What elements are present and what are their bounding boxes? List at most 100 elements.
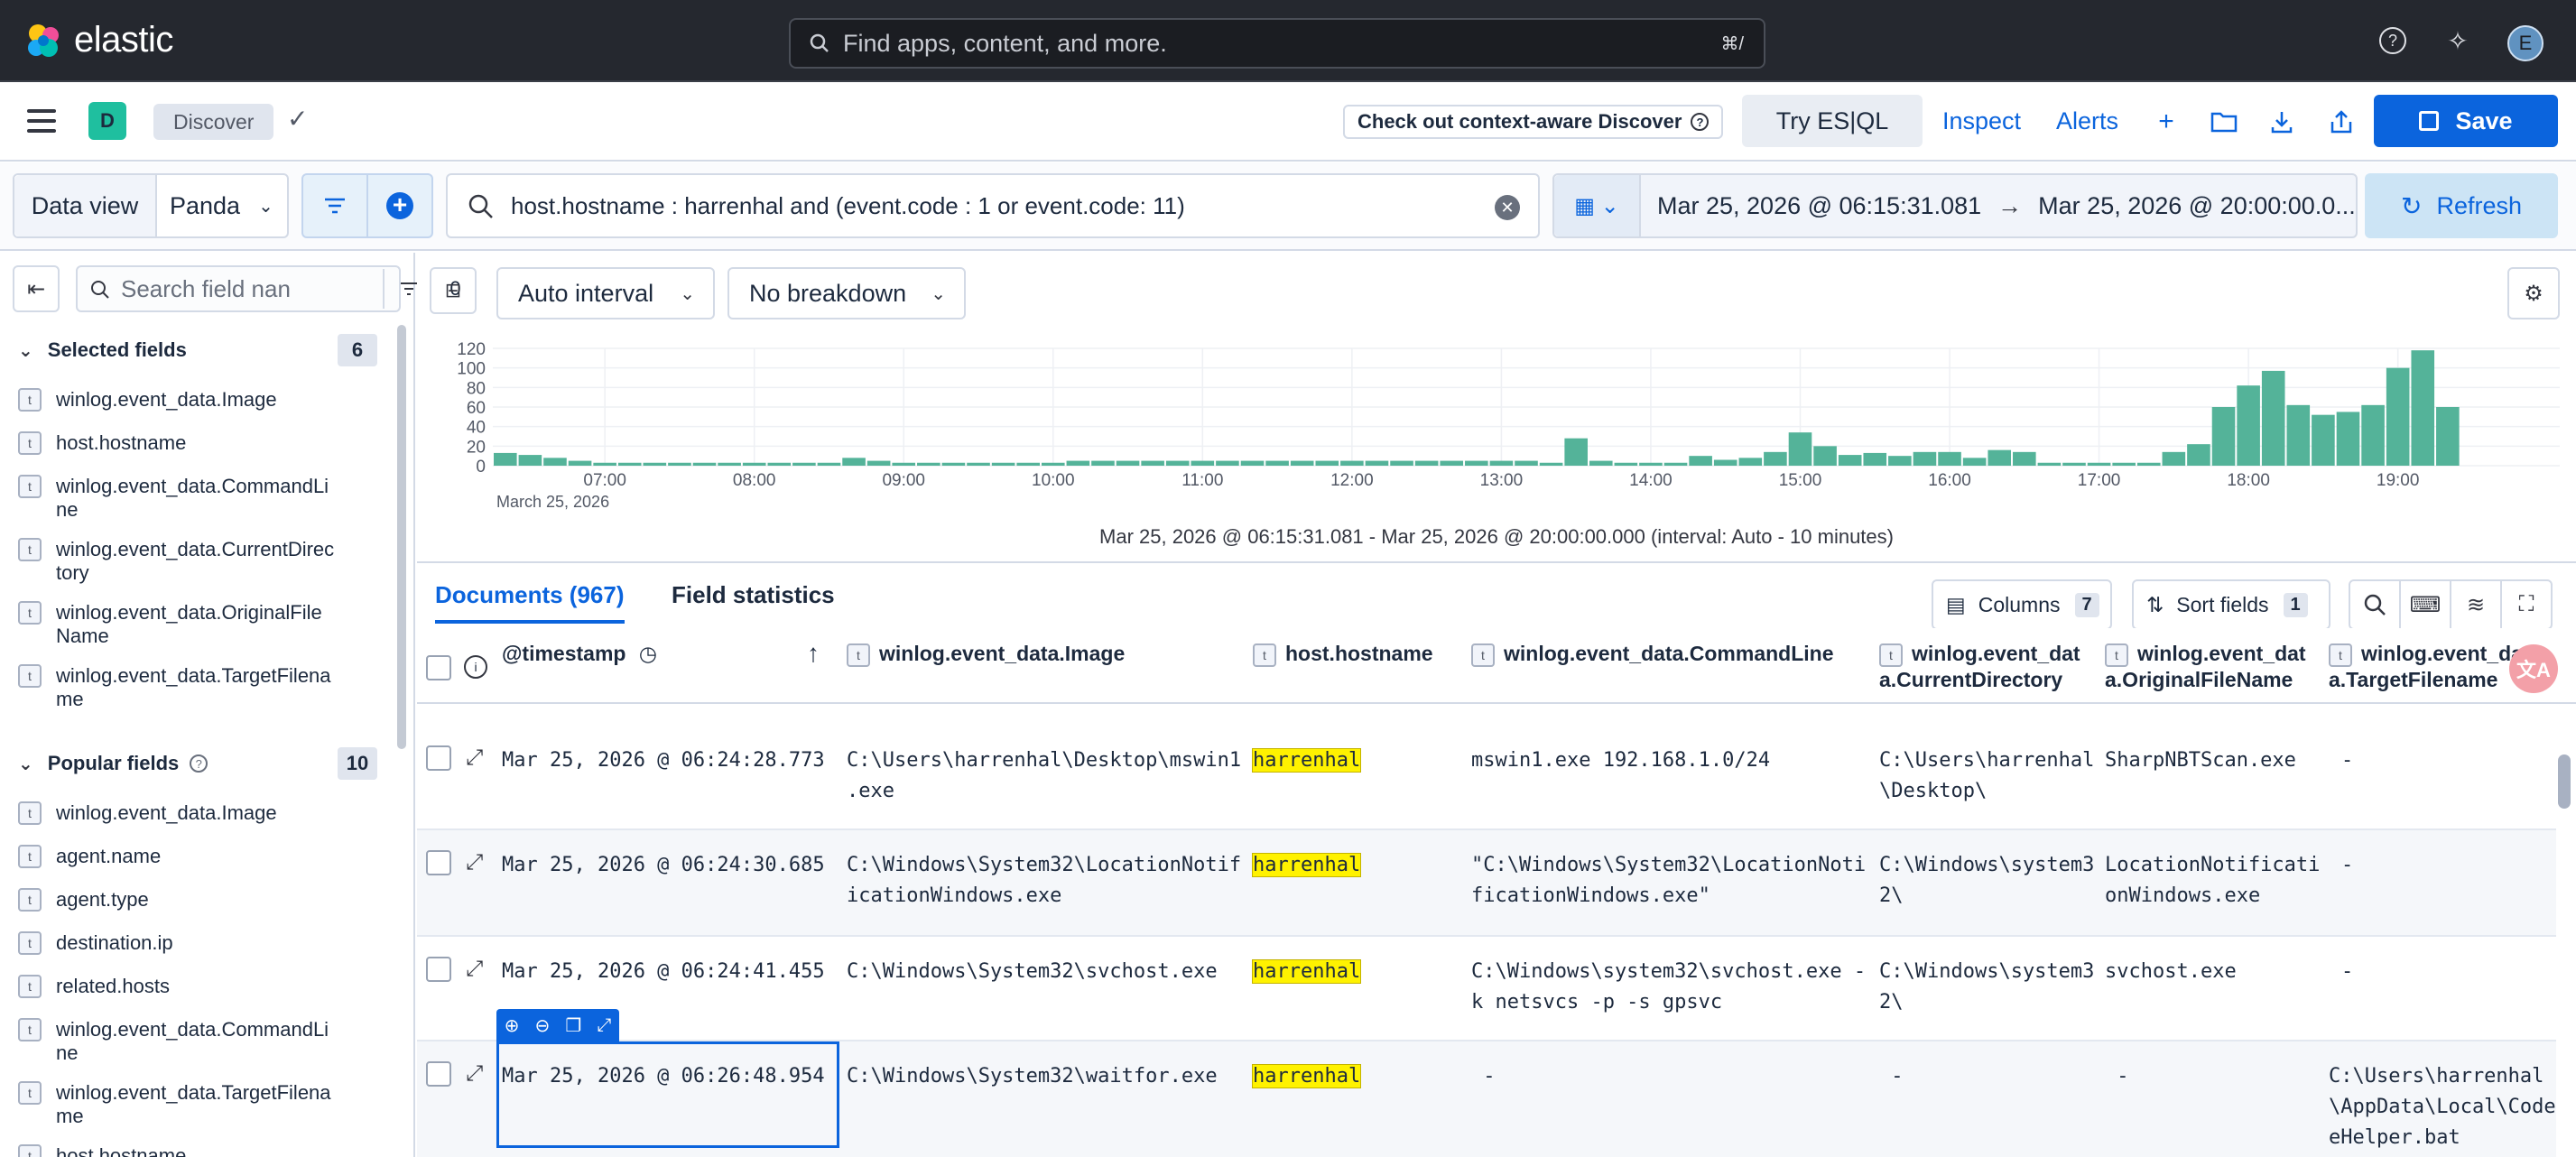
date-end[interactable]: Mar 25, 2026 @ 20:00:00.0...: [2038, 192, 2356, 220]
column-header-cmdline[interactable]: t winlog.event_data.CommandLine: [1471, 641, 1834, 667]
inspect-link[interactable]: Inspect: [1942, 107, 2021, 135]
histogram-bar[interactable]: [1813, 446, 1837, 466]
histogram-bar[interactable]: [2013, 451, 2036, 466]
cell-image[interactable]: C:\Windows\System32\svchost.exe: [847, 957, 1218, 987]
filter-menu-button[interactable]: [301, 173, 368, 238]
user-avatar[interactable]: E: [2507, 25, 2544, 61]
histogram-bar[interactable]: [1365, 460, 1389, 466]
histogram-bar[interactable]: [2162, 451, 2186, 466]
calendar-icon[interactable]: ▦ ⌄: [1554, 175, 1641, 236]
grid-search-icon[interactable]: [2349, 579, 2401, 630]
histogram-bar[interactable]: [1639, 462, 1663, 466]
histogram-bar[interactable]: [568, 460, 592, 466]
expand-icon[interactable]: ⤢: [466, 1061, 483, 1087]
histogram-bar[interactable]: [1191, 460, 1215, 466]
histogram-bar[interactable]: [1390, 460, 1413, 466]
histogram-bar[interactable]: [991, 462, 1015, 466]
help-icon[interactable]: ?: [2379, 27, 2406, 54]
histogram-bar[interactable]: [1838, 455, 1862, 466]
histogram-bar[interactable]: [2037, 462, 2062, 466]
histogram-bar[interactable]: [767, 462, 792, 466]
popular-field-item[interactable]: t host.hostname: [18, 1144, 379, 1157]
column-header-target[interactable]: t winlog.event_data.TargetFilename: [2329, 641, 2536, 692]
histogram-bar[interactable]: [1515, 460, 1538, 466]
add-filter-button[interactable]: +: [366, 173, 433, 238]
histogram-bar[interactable]: [2361, 404, 2385, 466]
space-avatar[interactable]: D: [88, 102, 126, 140]
cell-curdir[interactable]: C:\Windows\system3 2\: [1879, 957, 2094, 1018]
date-picker[interactable]: ▦ ⌄ Mar 25, 2026 @ 06:15:31.081 → Mar 25…: [1552, 173, 2358, 238]
cell-curdir[interactable]: -: [1879, 1061, 1903, 1092]
histogram-bar[interactable]: [518, 455, 542, 466]
breadcrumb-discover[interactable]: Discover: [153, 104, 274, 140]
histogram-bar[interactable]: [543, 458, 567, 466]
popular-field-item[interactable]: t winlog.event_data.TargetFilename: [18, 1081, 379, 1128]
histogram-bar[interactable]: [1663, 462, 1688, 466]
row-checkbox[interactable]: [426, 745, 451, 771]
query-input[interactable]: host.hostname : harrenhal and (event.cod…: [446, 173, 1540, 238]
breakdown-dropdown[interactable]: No breakdown ⌄: [727, 267, 966, 319]
selected-field-item[interactable]: t winlog.event_data.CurrentDirectory: [18, 538, 379, 585]
histogram-bar[interactable]: [1091, 460, 1115, 466]
histogram-bar[interactable]: [1016, 462, 1040, 466]
histogram-bar[interactable]: [792, 462, 816, 466]
histogram-bar[interactable]: [2411, 350, 2435, 466]
cell-timestamp[interactable]: Mar 25, 2026 @ 06:26:48.954: [502, 1061, 825, 1092]
popular-field-item[interactable]: t agent.name: [18, 845, 379, 868]
histogram-toggle-icon[interactable]: ⊟: [430, 267, 477, 314]
histogram-bar[interactable]: [1290, 460, 1314, 466]
chart-options-icon[interactable]: ⚙: [2507, 267, 2560, 319]
histogram-bar[interactable]: [1988, 449, 2012, 466]
cell-image[interactable]: C:\Windows\System32\LocationNotif icatio…: [847, 850, 1241, 912]
histogram-bar[interactable]: [1614, 462, 1638, 466]
info-icon[interactable]: i: [464, 655, 487, 679]
histogram-bar[interactable]: [1738, 458, 1763, 466]
open-folder-icon[interactable]: [2210, 107, 2238, 136]
histogram-bar[interactable]: [692, 462, 717, 466]
fullscreen-icon[interactable]: ⛶: [2500, 579, 2553, 630]
cell-origname[interactable]: -: [2105, 1061, 2128, 1092]
histogram-bar[interactable]: [1913, 451, 1937, 466]
sort-fields-button[interactable]: ⇅ Sort fields 1: [2132, 579, 2330, 630]
select-all-checkbox[interactable]: [426, 655, 451, 680]
histogram-bar[interactable]: [617, 462, 642, 466]
histogram-bar[interactable]: [1041, 462, 1065, 466]
histogram-bar[interactable]: [1539, 462, 1563, 466]
translate-overlay-icon[interactable]: 文A: [2509, 644, 2558, 693]
histogram-bar[interactable]: [1066, 460, 1090, 466]
cell-curdir[interactable]: C:\Windows\system3 2\: [1879, 850, 2094, 912]
histogram-bar[interactable]: [1713, 459, 1737, 467]
selected-field-item[interactable]: t winlog.event_data.CommandLine: [18, 475, 379, 522]
cell-cmdline[interactable]: mswin1.exe 192.168.1.0/24: [1471, 745, 1770, 776]
column-header-timestamp[interactable]: @timestamp ◷: [502, 641, 657, 666]
histogram-bar[interactable]: [1216, 460, 1239, 466]
copy-icon[interactable]: ❐: [565, 1014, 581, 1037]
histogram-bar[interactable]: [1340, 460, 1364, 466]
selected-field-item[interactable]: t host.hostname: [18, 431, 379, 455]
histogram-bar[interactable]: [2062, 462, 2086, 466]
grid-scrollbar[interactable]: [2558, 754, 2571, 809]
histogram-bar[interactable]: [718, 462, 741, 466]
histogram-bar[interactable]: [2286, 404, 2311, 466]
sort-ascending-icon[interactable]: ↑: [807, 641, 820, 666]
context-aware-discover-button[interactable]: Check out context-aware Discover ?: [1343, 105, 1724, 139]
histogram-bar[interactable]: [2112, 462, 2136, 466]
histogram-bar[interactable]: [1689, 456, 1712, 466]
popular-field-item[interactable]: t winlog.event_data.Image: [18, 801, 379, 825]
histogram-bar[interactable]: [1165, 460, 1190, 466]
cell-hostname[interactable]: harrenhal: [1251, 745, 1362, 776]
table-row[interactable]: ⤢ Mar 25, 2026 @ 06:24:41.455 C:\Windows…: [417, 937, 2556, 1041]
histogram-bar[interactable]: [1116, 460, 1140, 466]
histogram-bar[interactable]: [1440, 460, 1464, 466]
cell-cmdline[interactable]: -: [1471, 1061, 1495, 1092]
display-settings-icon[interactable]: ≋: [2450, 579, 2502, 630]
cell-hostname[interactable]: harrenhal: [1251, 957, 1362, 987]
tab-documents[interactable]: Documents (967): [435, 581, 625, 624]
histogram-bar[interactable]: [817, 462, 841, 466]
new-search-icon[interactable]: +: [2152, 106, 2181, 136]
selected-field-item[interactable]: t winlog.event_data.TargetFilename: [18, 664, 379, 711]
try-esql-button[interactable]: Try ES|QL: [1742, 95, 1923, 147]
histogram-bar[interactable]: [1564, 438, 1588, 466]
interval-dropdown[interactable]: Auto interval ⌄: [496, 267, 715, 319]
selected-field-item[interactable]: t winlog.event_data.OriginalFileName: [18, 601, 379, 648]
